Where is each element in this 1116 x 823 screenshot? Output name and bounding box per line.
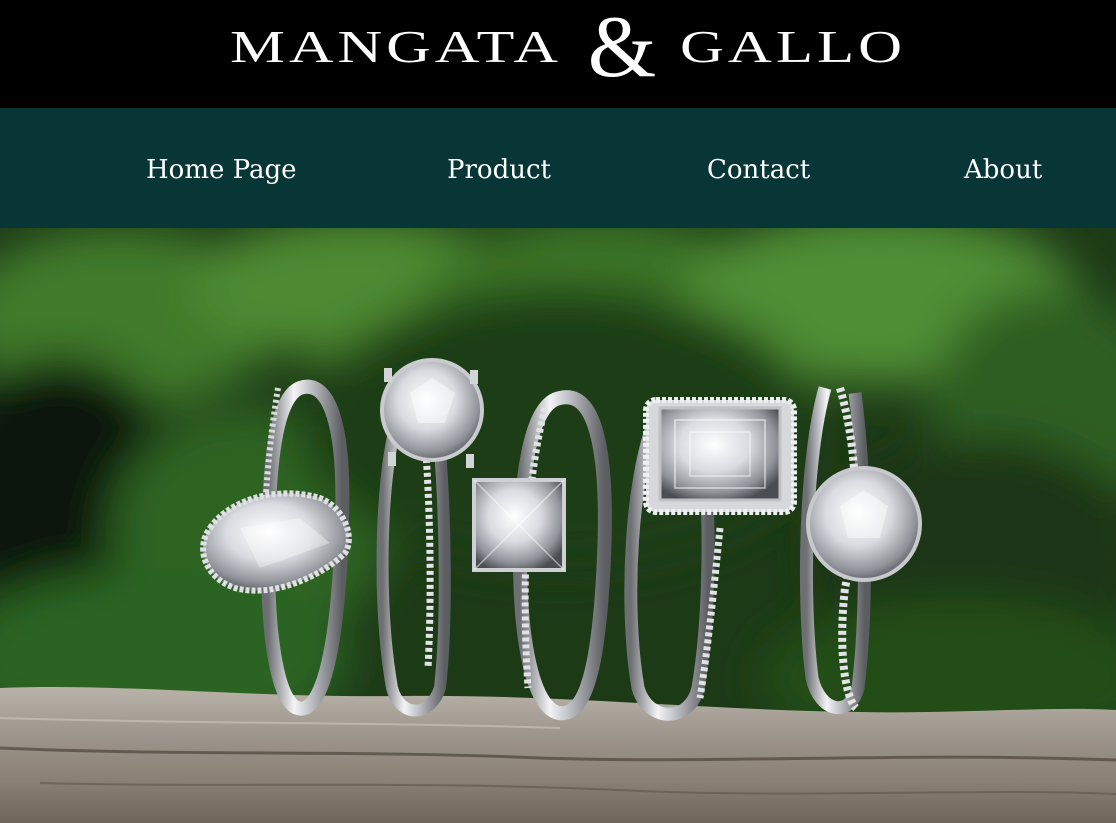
nav-home-page[interactable]: Home Page	[146, 152, 297, 188]
site-header: MANGATA & GALLO	[0, 0, 1116, 108]
brand-name-left: MANGATA	[230, 21, 562, 72]
brand-ampersand: &	[588, 0, 656, 96]
nav-about[interactable]: About	[964, 152, 1042, 188]
nav-contact[interactable]: Contact	[707, 152, 810, 188]
brand-name-right: GALLO	[680, 21, 906, 72]
nav-product[interactable]: Product	[447, 152, 551, 188]
hero-image-rings	[0, 228, 1116, 823]
brand-logo[interactable]: MANGATA & GALLO	[0, 0, 1116, 108]
main-navigation: Home Page Product Contact About	[0, 108, 1116, 228]
hero-banner	[0, 228, 1116, 823]
